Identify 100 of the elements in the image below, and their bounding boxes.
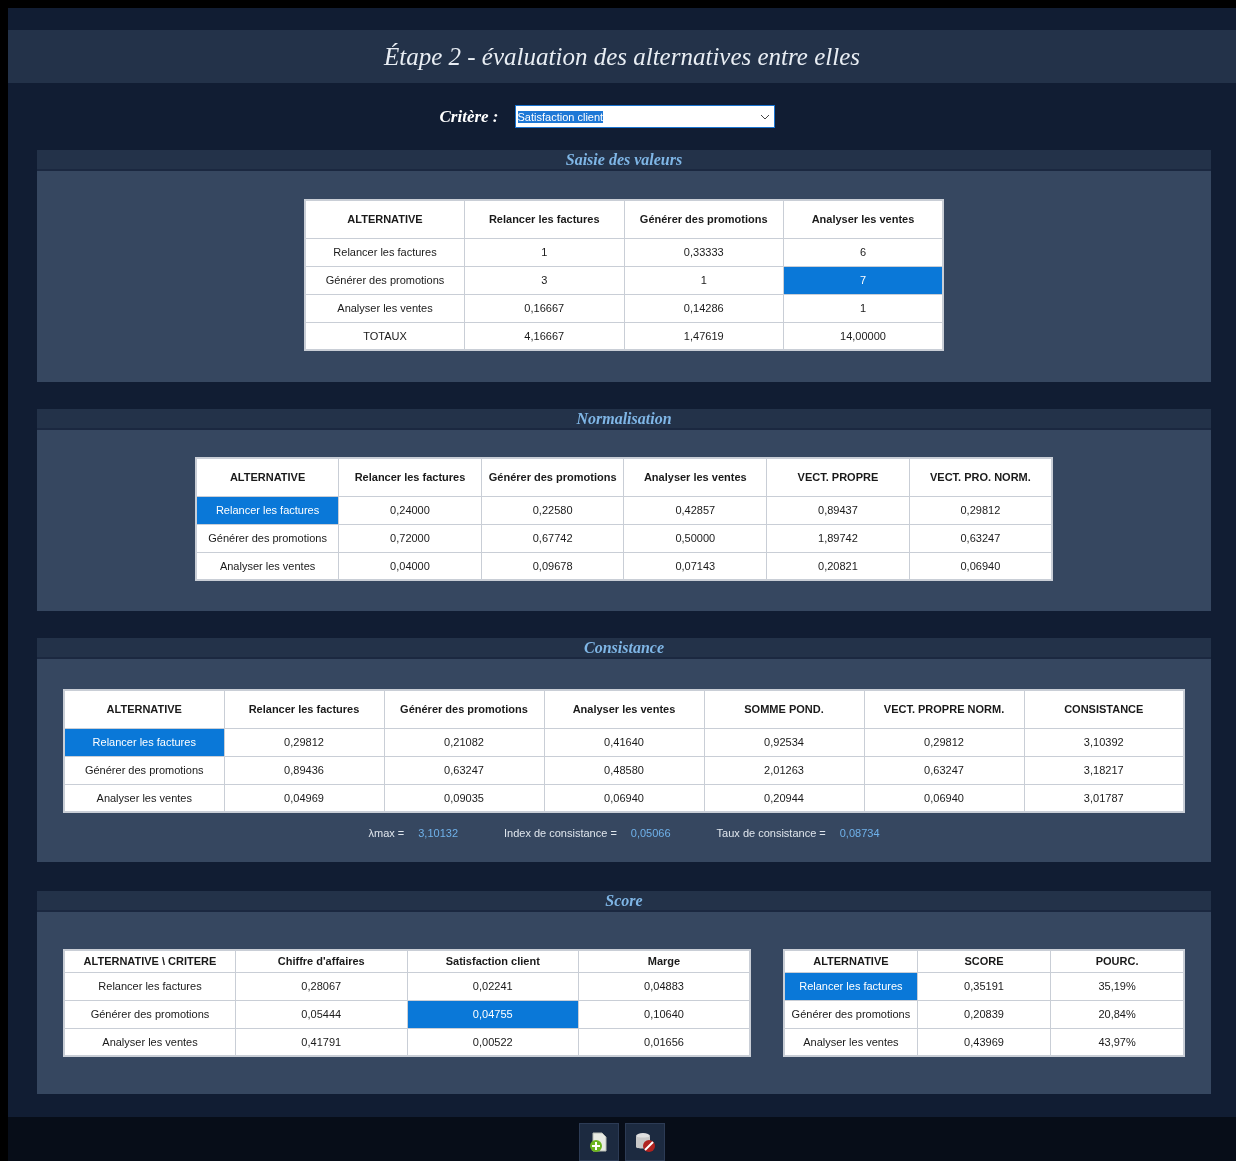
table-cell[interactable]: 0,06940 <box>864 784 1024 812</box>
table-cell[interactable]: 0,14286 <box>624 294 784 322</box>
table-cell[interactable]: 0,06940 <box>909 552 1052 580</box>
table-cell[interactable]: 1,89742 <box>766 524 910 552</box>
section-title: Consistance <box>37 638 1211 659</box>
column-header: Analyser les ventes <box>623 458 767 496</box>
table-cell[interactable]: 0,29812 <box>224 728 384 756</box>
table-cell[interactable]: 0,02241 <box>407 972 579 1000</box>
table-cell[interactable]: 0,63247 <box>909 524 1052 552</box>
table-cell[interactable]: 0,42857 <box>623 496 767 524</box>
table-cell[interactable]: 3,01787 <box>1024 784 1184 812</box>
table-cell[interactable]: 0,04755 <box>407 1000 579 1028</box>
table-cell[interactable]: Générer des promotions <box>196 524 339 552</box>
criterion-dropdown[interactable]: Satisfaction client <box>514 105 775 128</box>
add-button[interactable] <box>579 1123 619 1161</box>
table-cell[interactable]: 0,29812 <box>864 728 1024 756</box>
chevron-down-icon <box>759 113 770 120</box>
table-cell[interactable]: 0,00522 <box>407 1028 579 1056</box>
table-cell[interactable]: 0,22580 <box>481 496 624 524</box>
table-cell[interactable]: Générer des promotions <box>64 1000 236 1028</box>
column-header: Générer des promotions <box>384 690 544 728</box>
column-header: Relancer les factures <box>338 458 482 496</box>
table-cell[interactable]: Relancer les factures <box>64 972 236 1000</box>
table-cell[interactable]: 0,16667 <box>464 294 624 322</box>
table-cell[interactable]: 4,16667 <box>464 322 624 350</box>
table-cell[interactable]: 0,05444 <box>235 1000 407 1028</box>
table-cell[interactable]: Analyser les ventes <box>64 784 224 812</box>
table-cell[interactable]: 0,20839 <box>917 1000 1051 1028</box>
table-cell[interactable]: Analyser les ventes <box>784 1028 918 1056</box>
table-cell[interactable]: 7 <box>783 266 943 294</box>
table-cell[interactable]: 0,92534 <box>704 728 864 756</box>
table-cell[interactable]: 3,18217 <box>1024 756 1184 784</box>
table-cell[interactable]: 0,10640 <box>578 1000 750 1028</box>
table-cell[interactable]: 0,04000 <box>338 552 482 580</box>
table-cell[interactable]: 1 <box>783 294 943 322</box>
column-header: ALTERNATIVE <box>784 950 918 972</box>
column-header: Relancer les factures <box>464 200 624 238</box>
table-cell[interactable]: 1 <box>624 266 784 294</box>
column-header: ALTERNATIVE <box>196 458 339 496</box>
table-cell[interactable]: 20,84% <box>1050 1000 1184 1028</box>
table-cell[interactable]: TOTAUX <box>305 322 465 350</box>
stat-value: 3,10132 <box>418 827 458 839</box>
table-cell[interactable]: 0,63247 <box>864 756 1024 784</box>
table-cell[interactable]: 0,04969 <box>224 784 384 812</box>
table-cell[interactable]: 14,00000 <box>783 322 943 350</box>
table-cell[interactable]: Relancer les factures <box>784 972 918 1000</box>
table-cell[interactable]: 0,63247 <box>384 756 544 784</box>
criterion-label: Critère : <box>439 106 499 127</box>
column-header: Chiffre d'affaires <box>235 950 407 972</box>
table-cell[interactable]: 0,35191 <box>917 972 1051 1000</box>
table-cell[interactable]: 3,10392 <box>1024 728 1184 756</box>
table-cell[interactable]: Analyser les ventes <box>64 1028 236 1056</box>
column-header: Générer des promotions <box>624 200 784 238</box>
column-header: ALTERNATIVE <box>64 690 224 728</box>
table-cell[interactable]: 0,07143 <box>623 552 767 580</box>
table-cell[interactable]: Générer des promotions <box>305 266 465 294</box>
column-header: SOMME POND. <box>704 690 864 728</box>
table-cell[interactable]: 35,19% <box>1050 972 1184 1000</box>
table-cell[interactable]: 0,89436 <box>224 756 384 784</box>
table-cell[interactable]: 0,01656 <box>578 1028 750 1056</box>
table-cell[interactable]: 0,28067 <box>235 972 407 1000</box>
section-title: Score <box>37 891 1211 912</box>
table-cell[interactable]: Analyser les ventes <box>196 552 339 580</box>
table-cell[interactable]: 0,21082 <box>384 728 544 756</box>
table-cell[interactable]: Générer des promotions <box>784 1000 918 1028</box>
section-title: Normalisation <box>37 409 1211 430</box>
column-header: VECT. PROPRE <box>766 458 910 496</box>
delete-button[interactable] <box>625 1123 665 1161</box>
table-cell[interactable]: 0,33333 <box>624 238 784 266</box>
table-cell[interactable]: 0,20821 <box>766 552 910 580</box>
table-cell[interactable]: 0,06940 <box>544 784 704 812</box>
table-cell[interactable]: 0,29812 <box>909 496 1052 524</box>
table-cell[interactable]: 0,43969 <box>917 1028 1051 1056</box>
table-cell[interactable]: Relancer les factures <box>305 238 465 266</box>
table-cell[interactable]: Générer des promotions <box>64 756 224 784</box>
table-cell[interactable]: 0,67742 <box>481 524 624 552</box>
table-cell[interactable]: 0,72000 <box>338 524 482 552</box>
table-cell[interactable]: Relancer les factures <box>196 496 339 524</box>
database-delete-icon <box>634 1131 656 1153</box>
table-cell[interactable]: 6 <box>783 238 943 266</box>
stat-value: 0,05066 <box>630 827 671 839</box>
column-header: VECT. PROPRE NORM. <box>864 690 1024 728</box>
table-cell[interactable]: Relancer les factures <box>64 728 224 756</box>
table-cell[interactable]: 2,01263 <box>704 756 864 784</box>
table-cell[interactable]: 1 <box>464 238 624 266</box>
table-cell[interactable]: 0,09678 <box>481 552 624 580</box>
table-cell[interactable]: 0,41791 <box>235 1028 407 1056</box>
table-cell[interactable]: 0,24000 <box>338 496 482 524</box>
table-cell[interactable]: 0,48580 <box>544 756 704 784</box>
table-cell[interactable]: 1,47619 <box>624 322 784 350</box>
table-cell[interactable]: 0,41640 <box>544 728 704 756</box>
table-cell[interactable]: 0,20944 <box>704 784 864 812</box>
table-cell[interactable]: 0,50000 <box>623 524 767 552</box>
table-cell[interactable]: Analyser les ventes <box>305 294 465 322</box>
stat-value: 0,08734 <box>839 827 880 839</box>
table-cell[interactable]: 0,89437 <box>766 496 910 524</box>
table-cell[interactable]: 0,04883 <box>578 972 750 1000</box>
table-cell[interactable]: 43,97% <box>1050 1028 1184 1056</box>
table-cell[interactable]: 3 <box>464 266 624 294</box>
table-cell[interactable]: 0,09035 <box>384 784 544 812</box>
